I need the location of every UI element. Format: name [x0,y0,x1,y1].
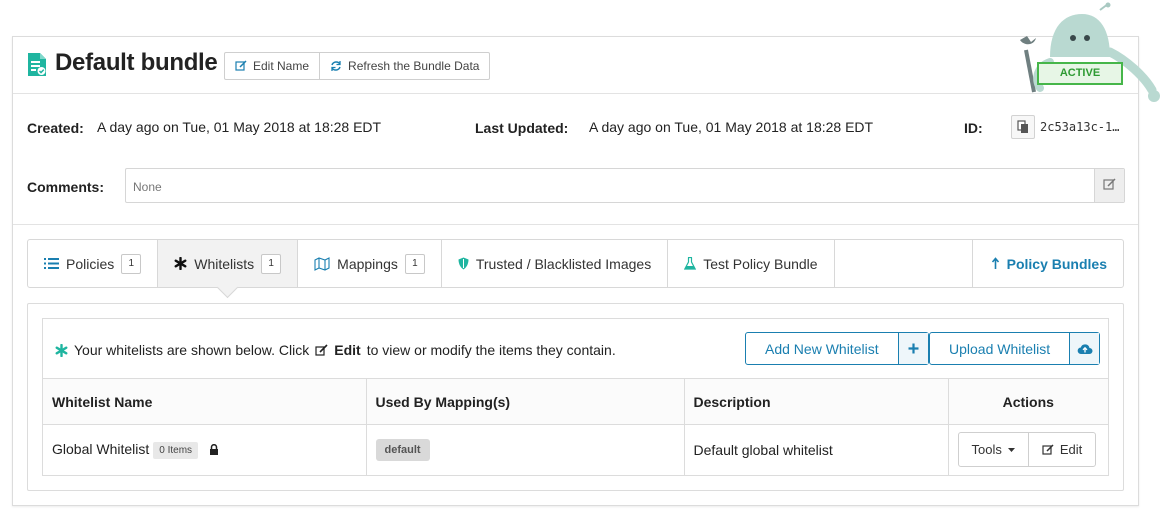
tab-mappings-count: 1 [404,253,425,274]
col-used-by-mappings: Used By Mapping(s) [365,378,684,425]
id-field: ID: [964,120,983,136]
items-count-badge: 0 Items [153,441,199,459]
col-description: Description [683,378,948,425]
comments-label: Comments: [27,179,105,195]
mapping-cell: default [365,424,684,475]
created-field: Created: [27,120,84,136]
refresh-icon [331,61,341,71]
header-button-group: Edit Name Refresh the Bundle Data [224,52,491,80]
created-value-text: A day ago on Tue, 01 May 2018 at 18:28 E… [97,119,382,135]
page-title: Default bundle [55,49,218,76]
bundle-tabs: Policies 1 Whitelists 1 Mappings 1 Trust… [27,239,1124,288]
edit-name-label: Edit Name [253,59,310,73]
bundle-header: Default bundle Edit Name Refresh the Bun… [13,37,1138,94]
tab-test-policy[interactable]: Test Policy Bundle [668,240,835,287]
bundle-card: Default bundle Edit Name Refresh the Bun… [12,36,1139,506]
whitelists-panel: Your whitelists are shown below. Click E… [27,303,1124,491]
info-prefix: Your whitelists are shown below. Click [74,342,310,358]
whitelists-info: Your whitelists are shown below. Click E… [55,342,616,358]
table-row: Global Whitelist 0 Items default Default … [43,424,1108,475]
whitelist-name: Global Whitelist [52,440,150,457]
actions-cell: Tools Edit [947,424,1108,475]
tools-label: Tools [971,442,1002,458]
id-label: ID: [964,120,983,136]
edit-icon [235,60,247,71]
tab-mappings[interactable]: Mappings 1 [298,240,442,287]
whitelists-inner: Your whitelists are shown below. Click E… [42,318,1109,476]
caret-down-icon [1007,447,1015,452]
table-header-row: Whitelist Name Used By Mapping(s) Descri… [43,378,1108,425]
updated-value: A day ago on Tue, 01 May 2018 at 18:28 E… [589,119,873,135]
info-edit: Edit [334,342,361,358]
col-actions: Actions [947,378,1108,425]
upload-whitelist-button[interactable]: Upload Whitelist [929,332,1101,365]
tab-test-label: Test Policy Bundle [703,255,818,272]
created-value: A day ago on Tue, 01 May 2018 at 18:28 E… [97,119,381,135]
edit-icon [315,343,328,356]
updated-value-text: A day ago on Tue, 01 May 2018 at 18:28 E… [589,119,874,135]
cloud-upload-icon [1069,333,1100,364]
id-value: 2c53a13c-1… [1040,120,1120,134]
col-whitelist-name: Whitelist Name [43,378,366,425]
row-actions-group: Tools Edit [957,432,1097,468]
edit-label: Edit [1059,442,1083,458]
copy-icon [1017,120,1028,133]
comments-placeholder: None [133,180,162,194]
edit-comments-button[interactable] [1094,169,1124,202]
updated-label: Last Updated: [475,120,569,136]
info-suffix: to view or modify the items they contain… [366,342,616,358]
asterisk-icon [174,257,187,270]
edit-whitelist-button[interactable]: Edit [1027,433,1095,467]
tab-spacer [835,240,973,287]
tab-whitelists[interactable]: Whitelists 1 [158,240,299,287]
whitelist-name-cell: Global Whitelist 0 Items [43,424,366,475]
tab-mappings-label: Mappings [337,255,398,272]
tab-whitelists-label: Whitelists [194,255,255,272]
map-icon [314,256,330,271]
description-cell: Default global whitelist [683,424,948,475]
flask-icon [684,257,697,270]
upload-whitelist-label: Upload Whitelist [949,340,1051,357]
list-icon [44,258,59,269]
edit-name-button[interactable]: Edit Name [225,53,319,79]
section-divider [13,224,1138,225]
comments-field[interactable]: None [125,168,1125,203]
add-whitelist-button[interactable]: Add New Whitelist [745,332,929,365]
tab-policy-bundles[interactable]: Policy Bundles [973,240,1123,287]
edit-icon [1103,178,1116,190]
updated-field: Last Updated: [475,120,568,136]
add-whitelist-label: Add New Whitelist [765,340,879,357]
created-label: Created: [27,120,84,136]
lock-icon [209,443,218,455]
refresh-bundle-button[interactable]: Refresh the Bundle Data [319,53,489,79]
tab-policies[interactable]: Policies 1 [28,240,159,287]
refresh-label: Refresh the Bundle Data [348,59,480,73]
whitelists-table: Whitelist Name Used By Mapping(s) Descri… [43,378,1108,475]
tab-bundles-label: Policy Bundles [1006,255,1107,272]
edit-icon [1042,444,1054,455]
tab-trusted-blacklisted[interactable]: Trusted / Blacklisted Images [442,240,669,287]
document-icon [28,53,46,76]
tab-whitelists-count: 1 [261,253,282,274]
robot-mascot-icon [1020,2,1160,102]
copy-id-button[interactable] [1011,115,1035,139]
shield-icon [458,257,469,270]
mapping-badge: default [375,438,430,461]
active-status-badge: ACTIVE [1037,62,1123,85]
upload-arrow-icon [991,257,999,269]
tab-trusted-label: Trusted / Blacklisted Images [475,255,652,272]
asterisk-icon [55,343,68,357]
plus-icon [897,333,928,364]
tab-policies-count: 1 [121,253,142,274]
tab-policies-label: Policies [66,255,115,272]
tools-dropdown-button[interactable]: Tools [959,433,1028,466]
